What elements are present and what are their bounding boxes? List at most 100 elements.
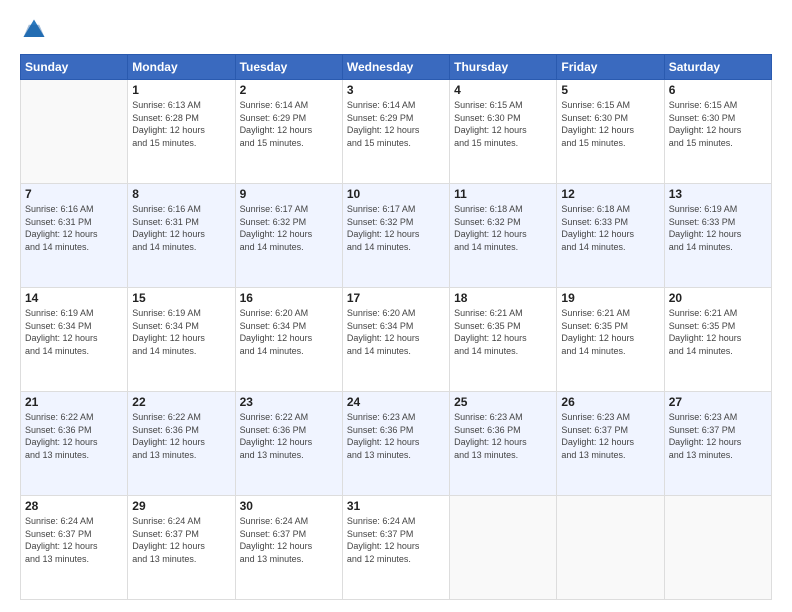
day-cell: 5 Sunrise: 6:15 AMSunset: 6:30 PMDaylight… (557, 80, 664, 184)
day-number: 26 (561, 395, 659, 409)
day-cell: 21 Sunrise: 6:22 AMSunset: 6:36 PMDayligh… (21, 392, 128, 496)
day-info: Sunrise: 6:15 AMSunset: 6:30 PMDaylight:… (669, 99, 767, 149)
calendar: Sunday Monday Tuesday Wednesday Thursday… (20, 54, 772, 600)
day-cell (664, 496, 771, 600)
day-info: Sunrise: 6:20 AMSunset: 6:34 PMDaylight:… (240, 307, 338, 357)
day-info: Sunrise: 6:22 AMSunset: 6:36 PMDaylight:… (240, 411, 338, 461)
day-number: 16 (240, 291, 338, 305)
day-cell: 3 Sunrise: 6:14 AMSunset: 6:29 PMDaylight… (342, 80, 449, 184)
day-cell: 6Sunrise: 6:15 AMSunset: 6:30 PMDaylight… (664, 80, 771, 184)
day-cell: 18 Sunrise: 6:21 AMSunset: 6:35 PMDayligh… (450, 288, 557, 392)
day-info: Sunrise: 6:23 AMSunset: 6:36 PMDaylight:… (454, 411, 552, 461)
day-cell (557, 496, 664, 600)
day-number: 30 (240, 499, 338, 513)
header-tuesday: Tuesday (235, 55, 342, 80)
week-row-1: 1 Sunrise: 6:13 AMSunset: 6:28 PMDaylight… (21, 80, 772, 184)
day-info: Sunrise: 6:14 AMSunset: 6:29 PMDaylight:… (240, 99, 338, 149)
day-info: Sunrise: 6:21 AMSunset: 6:35 PMDaylight:… (454, 307, 552, 357)
day-cell: 20 Sunrise: 6:21 AMSunset: 6:35 PMDayligh… (664, 288, 771, 392)
day-cell: 13 Sunrise: 6:19 AMSunset: 6:33 PMDayligh… (664, 184, 771, 288)
day-number: 5 (561, 83, 659, 97)
day-cell (450, 496, 557, 600)
day-cell: 23 Sunrise: 6:22 AMSunset: 6:36 PMDayligh… (235, 392, 342, 496)
day-cell: 17Sunrise: 6:20 AMSunset: 6:34 PMDayligh… (342, 288, 449, 392)
day-cell (21, 80, 128, 184)
day-number: 13 (669, 187, 767, 201)
day-number: 9 (240, 187, 338, 201)
day-cell: 7Sunrise: 6:16 AMSunset: 6:31 PMDaylight… (21, 184, 128, 288)
day-cell: 10 Sunrise: 6:17 AMSunset: 6:32 PMDayligh… (342, 184, 449, 288)
day-cell: 30Sunrise: 6:24 AMSunset: 6:37 PMDayligh… (235, 496, 342, 600)
day-cell: 16 Sunrise: 6:20 AMSunset: 6:34 PMDayligh… (235, 288, 342, 392)
day-number: 31 (347, 499, 445, 513)
day-info: Sunrise: 6:19 AMSunset: 6:33 PMDaylight:… (669, 203, 767, 253)
header-wednesday: Wednesday (342, 55, 449, 80)
week-row-4: 21 Sunrise: 6:22 AMSunset: 6:36 PMDayligh… (21, 392, 772, 496)
day-number: 17 (347, 291, 445, 305)
day-info: Sunrise: 6:13 AMSunset: 6:28 PMDaylight:… (132, 99, 230, 149)
day-cell: 24 Sunrise: 6:23 AMSunset: 6:36 PMDayligh… (342, 392, 449, 496)
day-number: 27 (669, 395, 767, 409)
page: Sunday Monday Tuesday Wednesday Thursday… (0, 0, 792, 612)
day-info: Sunrise: 6:24 AMSunset: 6:37 PMDaylight:… (25, 515, 123, 565)
day-number: 4 (454, 83, 552, 97)
day-cell: 22 Sunrise: 6:22 AMSunset: 6:36 PMDayligh… (128, 392, 235, 496)
day-cell: 28 Sunrise: 6:24 AMSunset: 6:37 PMDayligh… (21, 496, 128, 600)
day-number: 11 (454, 187, 552, 201)
day-number: 23 (240, 395, 338, 409)
day-info: Sunrise: 6:23 AMSunset: 6:37 PMDaylight:… (669, 411, 767, 461)
logo (20, 16, 52, 44)
day-info: Sunrise: 6:21 AMSunset: 6:35 PMDaylight:… (669, 307, 767, 357)
day-number: 3 (347, 83, 445, 97)
day-number: 10 (347, 187, 445, 201)
day-info: Sunrise: 6:18 AMSunset: 6:33 PMDaylight:… (561, 203, 659, 253)
day-cell: 26Sunrise: 6:23 AMSunset: 6:37 PMDayligh… (557, 392, 664, 496)
header-friday: Friday (557, 55, 664, 80)
day-number: 15 (132, 291, 230, 305)
day-info: Sunrise: 6:24 AMSunset: 6:37 PMDaylight:… (347, 515, 445, 565)
day-number: 8 (132, 187, 230, 201)
day-info: Sunrise: 6:19 AMSunset: 6:34 PMDaylight:… (132, 307, 230, 357)
day-info: Sunrise: 6:14 AMSunset: 6:29 PMDaylight:… (347, 99, 445, 149)
day-cell: 19 Sunrise: 6:21 AMSunset: 6:35 PMDayligh… (557, 288, 664, 392)
day-number: 19 (561, 291, 659, 305)
day-info: Sunrise: 6:17 AMSunset: 6:32 PMDaylight:… (240, 203, 338, 253)
day-info: Sunrise: 6:24 AMSunset: 6:37 PMDaylight:… (132, 515, 230, 565)
day-number: 12 (561, 187, 659, 201)
header-saturday: Saturday (664, 55, 771, 80)
day-number: 20 (669, 291, 767, 305)
day-number: 18 (454, 291, 552, 305)
day-number: 28 (25, 499, 123, 513)
day-number: 1 (132, 83, 230, 97)
day-info: Sunrise: 6:15 AMSunset: 6:30 PMDaylight:… (561, 99, 659, 149)
day-cell: 25Sunrise: 6:23 AMSunset: 6:36 PMDayligh… (450, 392, 557, 496)
day-info: Sunrise: 6:23 AMSunset: 6:36 PMDaylight:… (347, 411, 445, 461)
day-cell: 15 Sunrise: 6:19 AMSunset: 6:34 PMDayligh… (128, 288, 235, 392)
day-cell: 31 Sunrise: 6:24 AMSunset: 6:37 PMDayligh… (342, 496, 449, 600)
day-cell: 8 Sunrise: 6:16 AMSunset: 6:31 PMDaylight… (128, 184, 235, 288)
day-number: 7 (25, 187, 123, 201)
day-info: Sunrise: 6:21 AMSunset: 6:35 PMDaylight:… (561, 307, 659, 357)
day-number: 2 (240, 83, 338, 97)
day-info: Sunrise: 6:16 AMSunset: 6:31 PMDaylight:… (132, 203, 230, 253)
day-cell: 1 Sunrise: 6:13 AMSunset: 6:28 PMDaylight… (128, 80, 235, 184)
day-number: 24 (347, 395, 445, 409)
week-row-3: 14Sunrise: 6:19 AMSunset: 6:34 PMDayligh… (21, 288, 772, 392)
logo-icon (20, 16, 48, 44)
day-cell: 14Sunrise: 6:19 AMSunset: 6:34 PMDayligh… (21, 288, 128, 392)
day-cell: 27 Sunrise: 6:23 AMSunset: 6:37 PMDayligh… (664, 392, 771, 496)
week-row-5: 28 Sunrise: 6:24 AMSunset: 6:37 PMDayligh… (21, 496, 772, 600)
day-info: Sunrise: 6:18 AMSunset: 6:32 PMDaylight:… (454, 203, 552, 253)
header (20, 16, 772, 44)
day-info: Sunrise: 6:22 AMSunset: 6:36 PMDaylight:… (25, 411, 123, 461)
weekday-header-row: Sunday Monday Tuesday Wednesday Thursday… (21, 55, 772, 80)
day-info: Sunrise: 6:17 AMSunset: 6:32 PMDaylight:… (347, 203, 445, 253)
day-number: 22 (132, 395, 230, 409)
header-monday: Monday (128, 55, 235, 80)
day-info: Sunrise: 6:15 AMSunset: 6:30 PMDaylight:… (454, 99, 552, 149)
day-number: 29 (132, 499, 230, 513)
day-cell: 12 Sunrise: 6:18 AMSunset: 6:33 PMDayligh… (557, 184, 664, 288)
day-cell: 9 Sunrise: 6:17 AMSunset: 6:32 PMDaylight… (235, 184, 342, 288)
day-number: 21 (25, 395, 123, 409)
day-info: Sunrise: 6:22 AMSunset: 6:36 PMDaylight:… (132, 411, 230, 461)
